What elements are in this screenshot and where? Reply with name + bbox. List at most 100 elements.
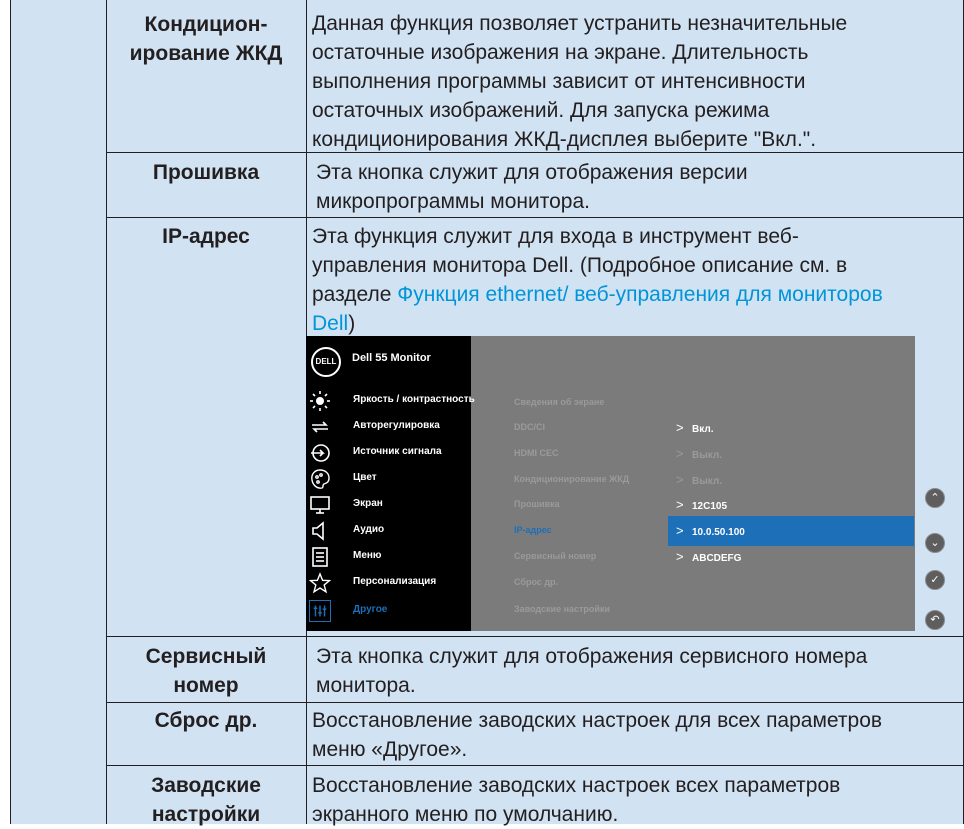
menu-icon: [312, 547, 328, 567]
desc-line: Эта кнопка служит для отображения версии: [316, 161, 748, 184]
chevron-right-icon: >: [676, 523, 684, 538]
chevron-right-icon: >: [676, 420, 684, 435]
submenu-label[interactable]: Сброс др.: [514, 577, 558, 587]
submenu-label[interactable]: Кондиционирование ЖКД: [514, 474, 629, 484]
label-line: Заводские: [151, 774, 261, 797]
submenu-label[interactable]: HDMI CEC: [514, 448, 559, 458]
row-label: Прошивка: [106, 158, 306, 187]
osd-menu-item-input-source[interactable]: Источник сигнала: [306, 440, 471, 466]
desc-text: разделе: [312, 283, 398, 306]
back-icon[interactable]: ↶: [925, 610, 945, 630]
osd-menu-item-brightness[interactable]: Яркость / контрастность: [306, 388, 475, 414]
menu-label: Авторегулировка: [353, 420, 440, 431]
desc-line: монитора.: [316, 674, 416, 697]
desc-line: Данная функция позволяет устранить незна…: [312, 12, 848, 35]
row-description: Восстановление заводских настроек всех п…: [312, 771, 962, 829]
value-text: 12C105: [692, 501, 728, 512]
label-line: IP-адрес: [162, 225, 250, 248]
submenu-label[interactable]: DDC/CI: [514, 422, 545, 432]
desc-line: остаточных изображений. Для запуска режи…: [312, 99, 770, 122]
down-icon[interactable]: ⌄: [925, 533, 945, 553]
submenu-value: > ABCDEFG: [676, 549, 741, 564]
auto-adjust-icon: [312, 421, 328, 433]
label-line: Сброс др.: [154, 709, 258, 732]
chevron-right-icon: >: [676, 549, 684, 564]
label-line: номер: [173, 674, 239, 697]
row-label: Сервисный номер: [106, 642, 306, 700]
osd-menu-item-auto-adjust[interactable]: Авторегулировка: [306, 414, 471, 440]
desc-line: остаточные изображения на экране. Длител…: [312, 41, 809, 64]
row-divider: [106, 636, 964, 637]
row-label: Сброс др.: [106, 706, 306, 735]
osd-menu-item-personalize[interactable]: Персонализация: [306, 570, 471, 596]
document-page: Кондицион- ирование ЖКД Данная функция п…: [0, 0, 964, 826]
desc-text: ): [348, 312, 356, 335]
submenu-label[interactable]: Сервисный номер: [514, 551, 596, 561]
submenu-label[interactable]: Заводские настройки: [514, 604, 610, 614]
row-description: Данная функция позволяет устранить незна…: [312, 9, 962, 154]
menu-label: Персонализация: [353, 576, 437, 587]
desc-line: микропрограммы монитора.: [316, 190, 590, 213]
value-text: 10.0.50.100: [692, 527, 745, 538]
other-icon: [309, 600, 331, 622]
input-source-icon: [311, 444, 330, 462]
desc-line: Эта функция служит для входа в инструмен…: [312, 225, 799, 248]
brightness-icon: [310, 391, 330, 411]
label-line: ирование ЖКД: [129, 42, 283, 65]
osd-menu-item-audio[interactable]: Аудио: [306, 518, 471, 544]
desc-line: экранного меню по умолчанию.: [312, 803, 619, 826]
table-border-inner: [106, 0, 107, 824]
section-link[interactable]: Dell: [312, 312, 348, 335]
label-line: настройки: [151, 803, 261, 826]
row-description: Эта кнопка служит для отображения версии…: [316, 158, 961, 216]
submenu-label[interactable]: Сведения об экране: [514, 397, 604, 407]
row-label: Кондицион- ирование ЖКД: [106, 10, 306, 68]
chevron-right-icon: >: [676, 446, 684, 461]
value-text: Выкл.: [692, 476, 723, 487]
desc-line: Эта кнопка служит для отображения сервис…: [316, 645, 868, 668]
up-icon[interactable]: ⌃: [925, 488, 945, 508]
submenu-label[interactable]: Прошивка: [514, 499, 560, 509]
display-icon: [310, 496, 330, 514]
menu-label: Источник сигнала: [353, 446, 442, 457]
color-icon: [311, 469, 330, 489]
row-description: Эта функция служит для входа в инструмен…: [312, 222, 962, 338]
osd-menu-item-color[interactable]: Цвет: [306, 466, 471, 492]
menu-label: Меню: [353, 550, 382, 561]
desc-line: меню «Другое».: [312, 738, 468, 761]
label-line: Сервисный: [145, 645, 267, 668]
value-text: ABCDEFG: [692, 553, 742, 564]
desc-line: управления монитора Dell. (Подробное опи…: [312, 254, 848, 277]
menu-label: Яркость / контрастность: [353, 394, 475, 405]
row-divider: [106, 217, 964, 218]
table-border-left: [10, 0, 11, 824]
chevron-right-icon: >: [676, 497, 684, 512]
row-divider: [106, 702, 964, 703]
submenu-value: > Выкл.: [676, 472, 722, 487]
dell-logo: DELL: [311, 347, 341, 377]
submenu-value-selected: >10.0.50.100: [676, 523, 745, 538]
star-icon: [309, 572, 331, 594]
submenu-value: > Вкл.: [676, 420, 713, 435]
menu-label: Цвет: [353, 472, 377, 483]
submenu-label-selected[interactable]: IP-адрес: [514, 525, 552, 535]
value-text: Выкл.: [692, 450, 723, 461]
desc-line: разделе Функция ethernet/ веб-управления…: [312, 280, 962, 309]
check-icon[interactable]: ✓: [925, 570, 945, 590]
page-left-margin: [0, 0, 10, 824]
menu-label: Другое: [353, 604, 388, 615]
section-link[interactable]: Функция ethernet/ веб-управления для мон…: [397, 283, 882, 306]
submenu-value: >12C105: [676, 497, 727, 512]
desc-line: Восстановление заводских настроек для вс…: [312, 709, 883, 732]
menu-label: Экран: [353, 498, 383, 509]
osd-menu-item-menu[interactable]: Меню: [306, 544, 471, 570]
value-text: Вкл.: [692, 424, 714, 435]
row-description: Эта кнопка служит для отображения сервис…: [316, 642, 961, 700]
label-line: Прошивка: [152, 161, 260, 184]
submenu-value: > Выкл.: [676, 446, 722, 461]
osd-menu-item-display[interactable]: Экран: [306, 492, 471, 518]
osd-menu-item-other[interactable]: Другое: [306, 598, 471, 624]
menu-label: Аудио: [353, 524, 385, 535]
chevron-right-icon: >: [676, 472, 684, 487]
osd-title: Dell 55 Monitor: [352, 352, 431, 364]
